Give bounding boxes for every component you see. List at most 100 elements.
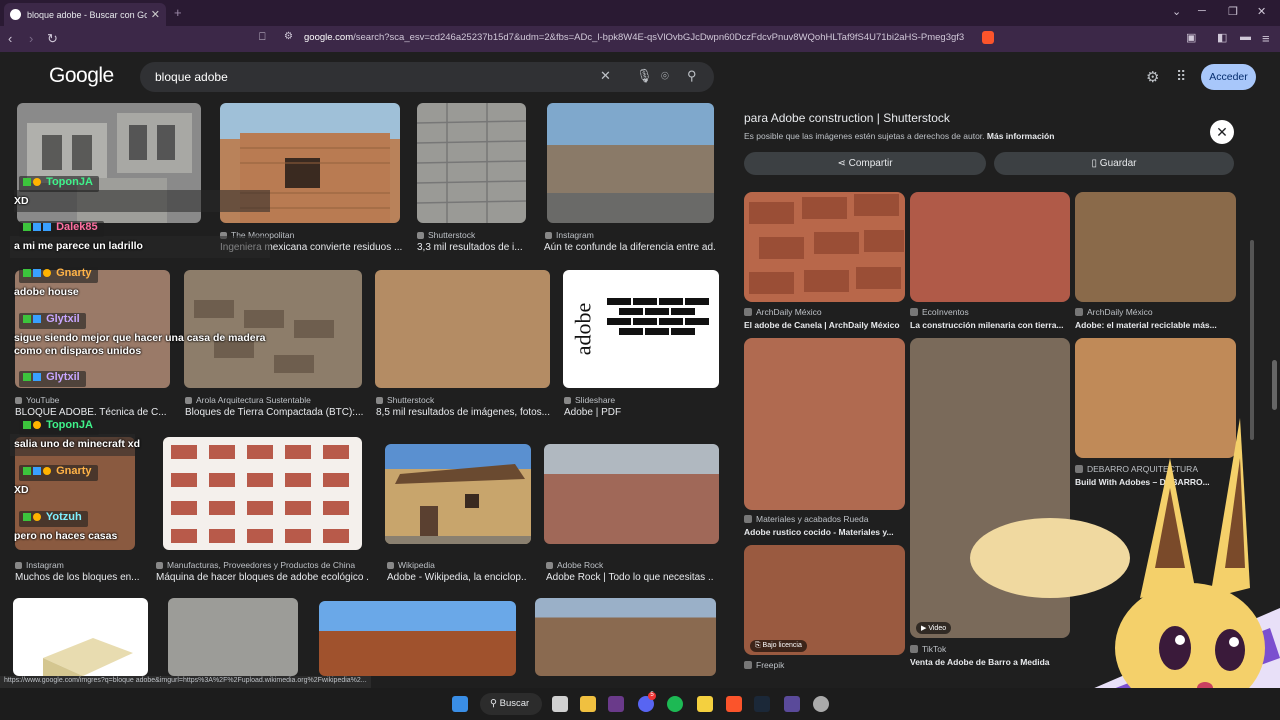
task-view-icon[interactable] [552,696,568,712]
google-apps-icon[interactable]: ⠿ [1176,68,1186,85]
result-caption-9[interactable]: Muchos de los bloques en... [15,572,139,583]
result-caption-12[interactable]: Adobe Rock | Todo lo que necesitas ... [546,572,714,583]
sign-in-button[interactable]: Acceder [1201,64,1256,90]
sidebar-toggle-icon[interactable]: ▣ [1186,31,1196,44]
app-icon[interactable] [813,696,829,712]
search-icon[interactable]: ⚲ [687,68,697,84]
more-info-link[interactable]: Más información [987,131,1055,141]
app-icon[interactable] [784,696,800,712]
related-image-4[interactable] [744,338,905,510]
maximize-button[interactable]: ❐ [1228,5,1238,18]
notes-icon[interactable] [697,696,713,712]
save-button[interactable]: ▯ Guardar [994,152,1234,175]
result-caption-8[interactable]: Adobe | PDF [564,407,720,418]
spotify-icon[interactable] [667,696,683,712]
brave-shields-icon[interactable] [982,31,994,44]
related-source-1: ArchDaily México [744,307,905,317]
related-source-3: ArchDaily México [1075,307,1236,317]
chat-message: XD [14,484,29,496]
copyright-notice: Es posible que las imágenes estén sujeta… [744,131,1055,141]
brick-types-chart-picture [171,445,349,543]
menu-icon[interactable]: ≡ [1262,31,1270,46]
close-preview-button[interactable]: ✕ [1210,120,1234,144]
chat-user: Dalek85 [19,221,104,237]
eevee-mascot-overlay [970,418,1280,720]
license-badge: ⎘ Bajo licencia [750,640,807,652]
back-icon[interactable]: ‹ [8,31,12,46]
url-field[interactable]: google.com/search?sca_esv=cd246a25237b15… [304,32,964,46]
address-bar: ‹ › ↻ ⎕ ⚙ google.com/search?sca_esv=cd24… [0,26,1280,52]
share-icon: ⋖ [837,158,849,169]
result-image-16[interactable] [535,598,716,676]
status-bar-url: https://www.google.com/imgres?q=bloque a… [0,676,371,688]
close-tab-icon[interactable]: ✕ [151,8,160,21]
related-image-1[interactable] [744,192,905,302]
lens-search-icon[interactable]: ⌾ [661,68,669,84]
chat-user: Glytxil [19,313,86,329]
result-image-7[interactable] [375,270,550,388]
result-image-12[interactable] [544,444,719,544]
related-image-2[interactable] [910,192,1070,302]
app-icon[interactable] [608,696,624,712]
vpn-icon[interactable]: ▬ [1240,31,1251,43]
wallet-icon[interactable]: ◧ [1217,31,1227,44]
related-image-7[interactable]: ⎘ Bajo licencia [744,545,905,655]
result-caption-6[interactable]: Bloques de Tierra Compactada (BTC):... [185,407,367,418]
close-window-button[interactable]: ✕ [1257,5,1266,18]
tab-title: bloque adobe - Buscar con Google [27,9,147,20]
search-box[interactable]: bloque adobe ✕ 🎙 ⌾ ⚲ [140,62,714,92]
new-tab-button[interactable]: + [174,5,182,20]
result-caption-3[interactable]: 3,3 mil resultados de i... [417,242,529,253]
url-domain: google.com [304,32,354,43]
result-source-7: Shutterstock [376,395,551,405]
google-logo[interactable]: Google [49,64,114,88]
result-image-14[interactable] [168,598,298,676]
result-image-8[interactable]: adobe [563,270,719,388]
result-caption-10[interactable]: Máquina de hacer bloques de adobe ecológ… [156,572,368,583]
preview-title[interactable]: para Adobe construction | Shutterstock [744,111,950,125]
forward-icon[interactable]: › [29,31,33,46]
chat-user: Gnarty [19,267,98,283]
adobe-bricks-picture [749,194,904,294]
result-caption-11[interactable]: Adobe - Wikipedia, la enciclop... [387,572,527,583]
result-image-6[interactable] [184,270,362,388]
chat-message: como en disparos unidos [14,345,142,357]
reload-icon[interactable]: ↻ [47,31,58,47]
bookmark-icon[interactable]: ⎕ [259,31,266,44]
result-source-5: YouTube [15,395,175,405]
chat-user: ToponJA [19,419,99,435]
related-caption-2[interactable]: La construcción milenaria con tierra... [910,320,1070,330]
result-image-13[interactable] [13,598,148,676]
chat-message: pero no haces casas [14,530,118,542]
steam-icon[interactable] [754,696,770,712]
related-caption-1[interactable]: El adobe de Canela | ArchDaily México [744,320,905,330]
tab-list-icon[interactable]: ⌄ [1172,5,1181,18]
result-caption-4[interactable]: Aún te confunde la diferencia entre ad..… [544,242,716,253]
related-caption-3[interactable]: Adobe: el material reciclable más... [1075,320,1236,330]
related-source-2: EcoInventos [910,307,1070,317]
discord-icon[interactable]: 5 [638,692,656,712]
clear-search-icon[interactable]: ✕ [600,68,611,84]
result-image-10[interactable] [163,437,362,550]
result-image-11[interactable] [385,444,531,544]
minimize-button[interactable]: ─ [1198,5,1206,17]
brave-browser-icon[interactable] [726,696,742,712]
search-input[interactable]: bloque adobe [155,70,228,84]
settings-gear-icon[interactable]: ⚙ [1146,68,1159,86]
result-source-6: Arola Arquitectura Sustentable [185,395,365,405]
related-caption-4[interactable]: Adobe rustico cocido - Materiales y... [744,527,905,537]
browser-tab[interactable]: bloque adobe - Buscar con Google ✕ [4,3,166,26]
taskbar-search[interactable]: ⚲ Buscar [480,693,542,715]
file-explorer-icon[interactable] [580,696,596,712]
related-image-3[interactable] [1075,192,1236,302]
result-image-3[interactable] [417,103,526,223]
result-image-4[interactable] [547,103,714,223]
result-image-15[interactable] [319,601,516,676]
voice-search-icon[interactable]: 🎙 [636,68,653,84]
result-caption-7[interactable]: 8,5 mil resultados de imágenes, fotos... [376,407,553,418]
windows-start-icon[interactable] [452,696,468,712]
chat-user: Glytxil [19,371,86,387]
site-info-icon[interactable]: ⚙ [284,31,293,42]
result-caption-5[interactable]: BLOQUE ADOBE. Técnica de C... [15,407,177,418]
share-button[interactable]: ⋖ Compartir [744,152,986,175]
